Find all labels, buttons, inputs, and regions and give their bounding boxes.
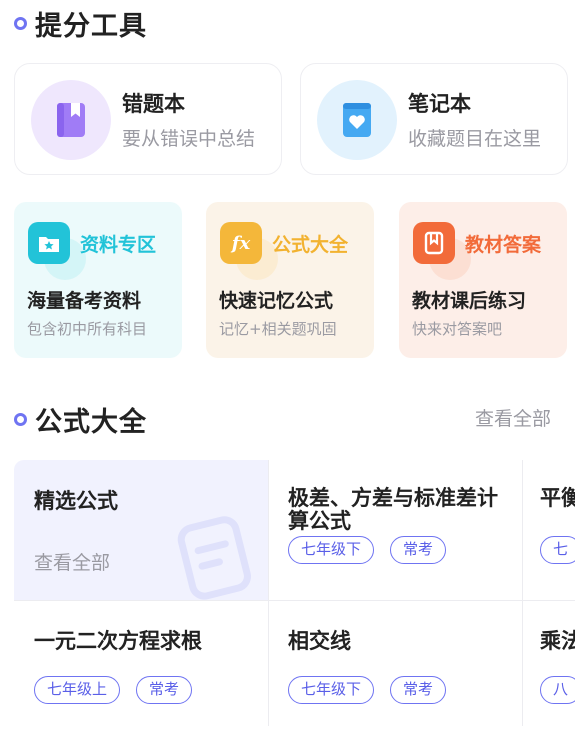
grade-tag: 八 xyxy=(540,676,575,704)
formula-card[interactable]: 乘法 八 xyxy=(522,600,575,730)
formula-title: 相交线 xyxy=(288,629,351,653)
formulas-main: 快速记忆公式 xyxy=(219,290,334,312)
formula-section-title: 公式大全 xyxy=(14,400,147,439)
tools-section-title: 提分工具 xyxy=(14,4,147,43)
notebook-title: 笔记本 xyxy=(408,92,471,116)
materials-main: 海量备考资料 xyxy=(27,290,142,312)
formula-title: 一元二次方程求根 xyxy=(34,629,202,653)
frequency-tag: 常考 xyxy=(390,676,447,704)
formula-title-text: 公式大全 xyxy=(35,407,147,438)
wrong-questions-card[interactable]: 错题本 要从错误中总结 xyxy=(14,63,282,175)
grade-tag: 七年级上 xyxy=(34,676,121,704)
materials-name: 资料专区 xyxy=(80,234,157,256)
formula-card[interactable]: 平衡 七 xyxy=(522,460,575,600)
formulas-sub: 记忆+相关题巩固 xyxy=(219,320,337,338)
formulas-name: 公式大全 xyxy=(272,234,349,256)
textbook-answers-card[interactable]: 教材答案 教材课后练习 快来对答案吧 xyxy=(399,202,567,358)
heart-notebook-icon xyxy=(317,80,397,160)
fx-icon: fx xyxy=(220,222,262,264)
folder-star-icon xyxy=(28,222,70,264)
formula-title: 乘法 xyxy=(540,629,575,653)
textbook-answers-name: 教材答案 xyxy=(465,234,542,256)
materials-sub: 包含初中所有科目 xyxy=(27,320,148,338)
formula-grid: 精选公式 查看全部 极差、方差与标准差计 算公式 七年级下 常考 平衡 七 一元… xyxy=(14,460,575,734)
materials-card[interactable]: 资料专区 海量备考资料 包含初中所有科目 xyxy=(14,202,182,358)
wrong-questions-subtitle: 要从错误中总结 xyxy=(122,128,256,150)
frequency-tag: 常考 xyxy=(136,676,193,704)
featured-see-all[interactable]: 查看全部 xyxy=(34,548,110,575)
grade-tag: 七年级下 xyxy=(288,536,375,564)
formulas-card[interactable]: fx 公式大全 快速记忆公式 记忆+相关题巩固 xyxy=(206,202,374,358)
featured-title: 精选公式 xyxy=(34,489,118,513)
document-watermark-icon xyxy=(177,516,251,600)
formula-card[interactable]: 相交线 七年级下 常考 xyxy=(268,600,522,730)
formula-title-line1: 极差、方差与标准差计 xyxy=(288,486,498,510)
formula-title-line2: 算公式 xyxy=(288,509,351,533)
formula-card[interactable]: 极差、方差与标准差计 算公式 七年级下 常考 xyxy=(268,460,522,600)
ring-bullet-icon xyxy=(14,413,27,426)
tools-title-text: 提分工具 xyxy=(35,11,147,42)
textbook-answers-main: 教材课后练习 xyxy=(412,290,527,312)
book-icon xyxy=(31,80,111,160)
wrong-questions-title: 错题本 xyxy=(122,92,185,116)
featured-formulas-cell[interactable]: 精选公式 查看全部 xyxy=(14,460,268,600)
see-all-link[interactable]: 查看全部 xyxy=(475,404,551,431)
grade-tag: 七年级下 xyxy=(288,676,375,704)
notebook-subtitle: 收藏题目在这里 xyxy=(408,128,542,150)
bookmark-icon xyxy=(413,222,455,264)
formula-title: 平衡 xyxy=(540,486,575,510)
notebook-card[interactable]: 笔记本 收藏题目在这里 xyxy=(300,63,568,175)
formula-card[interactable]: 一元二次方程求根 七年级上 常考 xyxy=(14,600,268,730)
frequency-tag: 常考 xyxy=(390,536,447,564)
textbook-answers-sub: 快来对答案吧 xyxy=(412,320,503,338)
ring-bullet-icon xyxy=(14,17,27,30)
grade-tag: 七 xyxy=(540,536,575,564)
